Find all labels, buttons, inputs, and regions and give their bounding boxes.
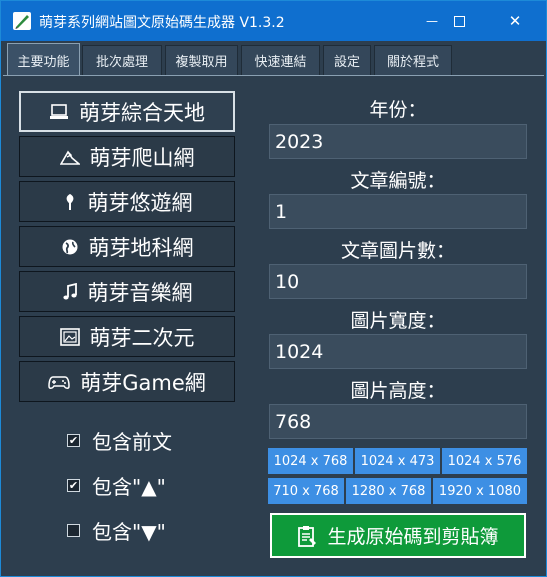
article-number-input[interactable] xyxy=(269,194,527,229)
site-button-label: 萌芽爬山網 xyxy=(89,145,195,170)
image-width-label: 圖片寬度： xyxy=(350,310,446,332)
tab-main-functions[interactable]: 主要功能 xyxy=(7,43,80,76)
site-button-label: 萌芽地科網 xyxy=(88,235,194,260)
gamepad-icon xyxy=(48,375,70,389)
title-bar: 萌芽系列網站圖文原始碼生成器 V1.3.2 — ✕ xyxy=(1,1,546,41)
site-button-music[interactable]: 萌芽音樂網 xyxy=(19,271,235,312)
tab-quick-links[interactable]: 快速連結 xyxy=(241,45,320,75)
site-button-hiking[interactable]: 萌芽爬山網 xyxy=(19,136,235,177)
music-note-icon xyxy=(62,282,77,299)
globe-icon xyxy=(62,239,77,254)
laptop-icon xyxy=(50,103,68,119)
app-window: 萌芽系列網站圖文原始碼生成器 V1.3.2 — ✕ 主要功能 批次處理 複製取用… xyxy=(0,0,547,577)
option-label: 包含前文 xyxy=(92,429,172,454)
option-label: 包含"▲" xyxy=(92,474,166,499)
option-include-up-arrow[interactable]: ✔ 包含"▲" xyxy=(67,472,166,499)
clipboard-icon xyxy=(298,525,317,547)
year-label: 年份： xyxy=(369,99,427,121)
preset-size-button[interactable]: 1280 x 768 xyxy=(346,478,431,504)
site-button-game[interactable]: 萌芽Game網 xyxy=(19,361,235,402)
maximize-icon xyxy=(453,15,465,27)
tab-batch-processing[interactable]: 批次處理 xyxy=(82,45,162,75)
site-button-label: 萌芽Game網 xyxy=(80,370,206,395)
site-button-anime[interactable]: 萌芽二次元 xyxy=(19,316,235,357)
image-count-input[interactable] xyxy=(269,264,527,299)
window-title: 萌芽系列網站圖文原始碼生成器 V1.3.2 xyxy=(39,15,285,31)
leaf-pencil-icon xyxy=(13,12,31,30)
article-number-label: 文章編號： xyxy=(350,170,446,192)
close-button[interactable]: ✕ xyxy=(492,1,538,41)
image-height-label: 圖片高度： xyxy=(350,380,446,402)
year-input[interactable] xyxy=(269,124,527,159)
picture-frame-icon xyxy=(59,327,80,346)
site-button-general[interactable]: 萌芽綜合天地 xyxy=(19,91,235,132)
generate-to-clipboard-button[interactable]: 生成原始碼到剪貼簿 xyxy=(270,513,526,558)
tab-bar: 主要功能 批次處理 複製取用 快速連結 設定 關於程式 xyxy=(3,43,546,76)
image-height-input[interactable] xyxy=(269,404,527,439)
site-button-label: 萌芽悠遊網 xyxy=(87,190,193,215)
option-label: 包含"▼" xyxy=(92,519,166,544)
preset-size-button[interactable]: 1920 x 1080 xyxy=(433,478,527,504)
maximize-button[interactable] xyxy=(436,1,482,41)
site-button-label: 萌芽二次元 xyxy=(89,325,195,350)
mountain-icon xyxy=(59,149,80,165)
site-button-label: 萌芽綜合天地 xyxy=(79,100,205,125)
checkbox[interactable]: ✔ xyxy=(67,478,80,492)
preset-size-button[interactable]: 1024 x 473 xyxy=(355,448,440,474)
checkbox[interactable] xyxy=(67,523,80,537)
tab-copy[interactable]: 複製取用 xyxy=(165,45,238,75)
site-button-travel[interactable]: 萌芽悠遊網 xyxy=(19,181,235,222)
option-include-down-arrow[interactable]: 包含"▼" xyxy=(67,517,166,544)
tree-icon xyxy=(66,193,73,210)
site-button-geoscience[interactable]: 萌芽地科網 xyxy=(19,226,235,267)
image-count-label: 文章圖片數： xyxy=(340,240,455,262)
image-width-input[interactable] xyxy=(269,334,527,369)
preset-size-button[interactable]: 1024 x 576 xyxy=(442,448,527,474)
tab-about[interactable]: 關於程式 xyxy=(374,45,452,75)
tab-settings[interactable]: 設定 xyxy=(323,45,371,75)
generate-button-label: 生成原始碼到剪貼簿 xyxy=(327,526,499,548)
preset-size-button[interactable]: 1024 x 768 xyxy=(268,448,353,474)
close-icon: ✕ xyxy=(508,12,522,30)
checkbox[interactable]: ✔ xyxy=(67,433,80,447)
preset-size-button[interactable]: 710 x 768 xyxy=(268,478,344,504)
site-button-label: 萌芽音樂網 xyxy=(87,280,193,305)
option-include-preface[interactable]: ✔ 包含前文 xyxy=(67,427,172,454)
